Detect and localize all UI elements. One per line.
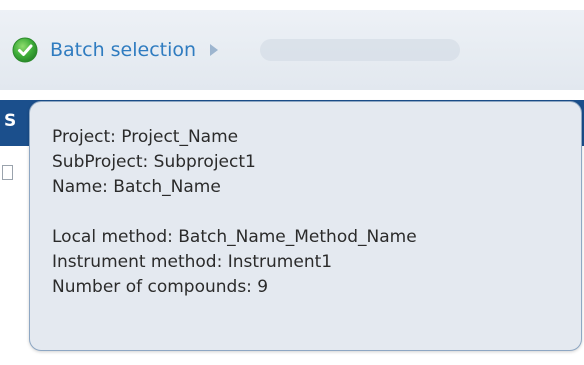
check-circle-icon [12, 37, 38, 63]
tooltip-name: Name: Batch_Name [52, 177, 221, 197]
chevron-right-icon [210, 44, 219, 56]
tooltip-subproject: SubProject: Subproject1 [52, 152, 256, 172]
workflow-step-bar: Batch selection [0, 10, 584, 90]
tooltip-local-method: Local method: Batch_Name_Method_Name [52, 227, 417, 247]
row-checkbox[interactable] [2, 165, 13, 180]
step-label: Batch selection [50, 39, 197, 61]
step-batch-selection[interactable]: Batch selection [12, 10, 220, 90]
section-header-partial-text: S [4, 111, 17, 131]
next-step-placeholder [260, 39, 461, 61]
tooltip-instrument-method: Instrument method: Instrument1 [52, 252, 333, 272]
batch-workflow-page: Batch selection S Project: Project_Name … [0, 0, 584, 365]
tooltip-project: Project: Project_Name [52, 127, 239, 147]
batch-info-tooltip: Project: Project_Name SubProject: Subpro… [29, 101, 582, 351]
tooltip-spacer [52, 200, 581, 225]
tooltip-compounds: Number of compounds: 9 [52, 277, 269, 297]
